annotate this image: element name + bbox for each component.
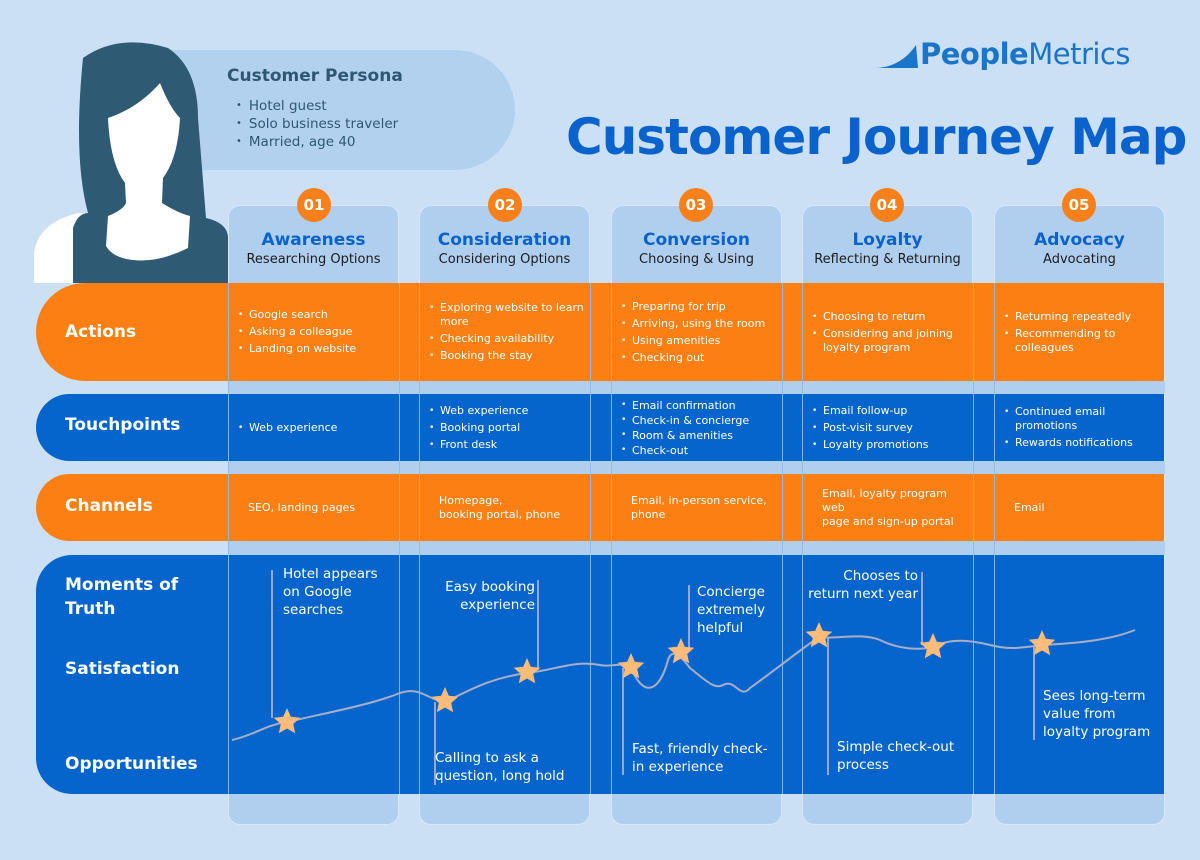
- logo-mark-icon: [876, 45, 918, 68]
- action-item: Exploring website to learn more: [429, 301, 584, 329]
- actions-cell-awareness: Google search Asking a colleague Landing…: [228, 283, 399, 381]
- opportunity: Sees long-term value from loyalty progra…: [1043, 688, 1151, 740]
- row-divider: [228, 381, 1165, 394]
- channels-cell-consideration: Homepage, booking portal, phone: [419, 474, 590, 541]
- stage-name: Awareness: [261, 230, 366, 250]
- touchpoint-item: Room & amenities: [621, 429, 776, 442]
- persona-title: Customer Persona: [227, 66, 403, 86]
- touchpoints-cell-advocacy: Continued email promotions Rewards notif…: [994, 394, 1165, 461]
- stage-subtitle: Choosing & Using: [639, 252, 754, 267]
- touchpoints-cell-awareness: Web experience: [228, 394, 399, 461]
- channels-cell-loyalty: Email, loyalty program web page and sign…: [802, 474, 973, 541]
- touchpoints-cell-consideration: Web experience Booking portal Front desk: [419, 394, 590, 461]
- stage-subtitle: Considering Options: [438, 252, 571, 267]
- touchpoints-cell-loyalty: Email follow-up Post-visit survey Loyalt…: [802, 394, 973, 461]
- action-item: Returning repeatedly: [1004, 310, 1159, 324]
- persona-avatar-icon: [34, 42, 228, 283]
- right-margin: [1165, 283, 1200, 794]
- touchpoint-item: Rewards notifications: [1004, 436, 1159, 450]
- action-item: Landing on website: [238, 342, 393, 356]
- row-label-actions: Actions: [65, 322, 137, 342]
- action-item: Considering and joining loyalty program: [812, 327, 967, 355]
- touchpoints-cell-conversion: Email confirmation Check-in & concierge …: [611, 394, 782, 461]
- stage-name: Consideration: [437, 230, 572, 250]
- action-item: Checking out: [621, 351, 776, 365]
- touchpoint-item: Email confirmation: [621, 399, 776, 412]
- logo-text-bold: People: [920, 37, 1029, 71]
- logo-text-light: Metrics: [1028, 37, 1130, 71]
- stage-number-badge: 05: [1062, 188, 1096, 222]
- touchpoint-item: Email follow-up: [812, 404, 967, 418]
- opportunity: Simple check-out process: [837, 739, 955, 773]
- channel-text: SEO, landing pages: [248, 500, 356, 514]
- stage-number-badge: 03: [679, 188, 713, 222]
- touchpoint-item: Check-out: [621, 444, 776, 457]
- actions-cell-loyalty: Choosing to return Considering and joini…: [802, 283, 973, 381]
- stage-number-badge: 01: [297, 188, 331, 222]
- column-divider: [590, 283, 591, 794]
- action-item: Google search: [238, 308, 393, 322]
- stage-subtitle: Advocating: [1043, 252, 1116, 267]
- action-item: Choosing to return: [812, 310, 967, 324]
- touchpoint-item: Web experience: [238, 421, 393, 435]
- column-divider: [782, 283, 783, 794]
- stage-number-badge: 04: [870, 188, 904, 222]
- stage-name: Conversion: [643, 230, 750, 250]
- column-divider: [399, 283, 400, 794]
- row-label-opportunities: Opportunities: [65, 754, 198, 774]
- moment-of-truth: Chooses to return next year: [808, 568, 918, 602]
- stage-subtitle: Researching Options: [246, 252, 381, 267]
- row-label-channels: Channels: [65, 496, 153, 516]
- channels-cell-awareness: SEO, landing pages: [228, 474, 399, 541]
- channels-cell-conversion: Email, in-person service, phone: [611, 474, 782, 541]
- channels-cell-advocacy: Email: [994, 474, 1165, 541]
- moment-of-truth: Hotel appears on Google searches: [283, 566, 378, 618]
- channel-text: Email, in-person service, phone: [631, 493, 767, 521]
- channel-text: Email: [1014, 500, 1045, 514]
- opportunity: Calling to ask a question, long hold: [435, 750, 565, 784]
- action-item: Arriving, using the room: [621, 317, 776, 331]
- stage-name: Advocacy: [1034, 230, 1125, 250]
- touchpoint-item: Booking portal: [429, 421, 584, 435]
- stage-subtitle: Reflecting & Returning: [814, 252, 961, 267]
- column-divider: [973, 283, 974, 794]
- row-label-moments-of-truth: Moments of Truth: [65, 575, 179, 619]
- touchpoint-item: Continued email promotions: [1004, 405, 1159, 433]
- channel-text: Homepage, booking portal, phone: [439, 493, 561, 521]
- row-label-satisfaction: Satisfaction: [65, 659, 180, 679]
- channel-text: Email, loyalty program web page and sign…: [822, 486, 954, 528]
- action-item: Booking the stay: [429, 349, 584, 363]
- touchpoint-item: Web experience: [429, 404, 584, 418]
- touchpoint-item: Check-in & concierge: [621, 414, 776, 427]
- actions-cell-conversion: Preparing for trip Arriving, using the r…: [611, 283, 782, 381]
- stage-number-badge: 02: [488, 188, 522, 222]
- row-divider: [228, 541, 1165, 555]
- peoplemetrics-logo: People Metrics: [876, 36, 1130, 72]
- action-item: Using amenities: [621, 334, 776, 348]
- moment-of-truth: Easy booking experience: [445, 579, 535, 613]
- persona-traits: Hotel guest Solo business traveler Marri…: [236, 97, 398, 151]
- actions-cell-advocacy: Returning repeatedly Recommending to col…: [994, 283, 1165, 381]
- action-item: Checking availability: [429, 332, 584, 346]
- action-item: Asking a colleague: [238, 325, 393, 339]
- row-divider: [228, 461, 1165, 474]
- persona-trait: Solo business traveler: [236, 115, 398, 133]
- touchpoint-item: Loyalty promotions: [812, 438, 967, 452]
- touchpoint-item: Post-visit survey: [812, 421, 967, 435]
- page-title: Customer Journey Map: [566, 108, 1187, 166]
- persona-trait: Married, age 40: [236, 133, 398, 151]
- persona-trait: Hotel guest: [236, 97, 398, 115]
- touchpoint-item: Front desk: [429, 438, 584, 452]
- actions-cell-consideration: Exploring website to learn more Checking…: [419, 283, 590, 381]
- opportunity: Fast, friendly check-in experience: [632, 741, 768, 775]
- stage-name: Loyalty: [852, 230, 923, 250]
- moment-of-truth: Concierge extremely helpful: [697, 584, 766, 636]
- action-item: Preparing for trip: [621, 300, 776, 314]
- row-label-touchpoints: Touchpoints: [65, 415, 181, 435]
- action-item: Recommending to colleagues: [1004, 327, 1159, 355]
